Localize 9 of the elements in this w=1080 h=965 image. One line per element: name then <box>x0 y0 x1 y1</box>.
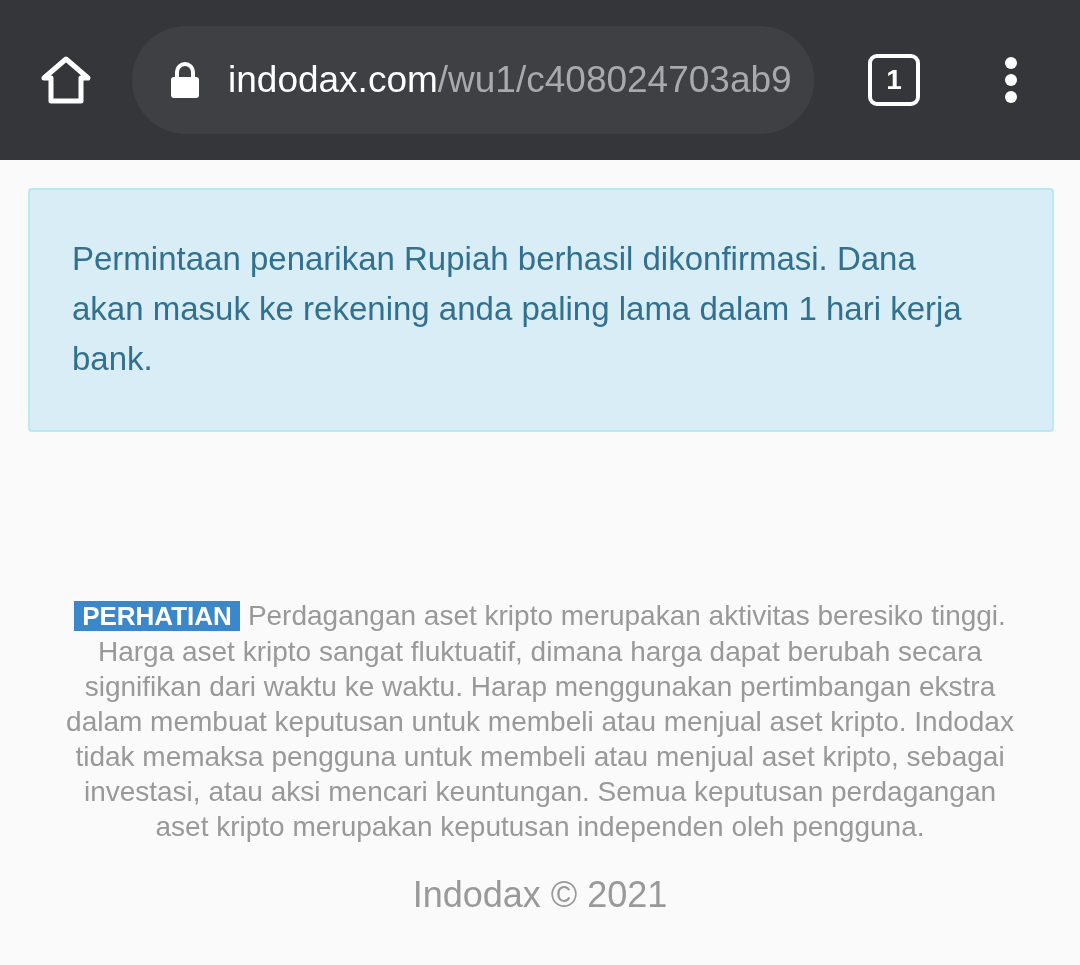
warning-label: PERHATIAN <box>74 601 240 631</box>
tab-count[interactable]: 1 <box>868 54 920 106</box>
url-text: indodax.com/wu1/c408024703ab9 <box>228 59 792 101</box>
home-icon[interactable] <box>40 55 92 105</box>
copyright-text: Indodax © 2021 <box>412 874 668 915</box>
disclaimer-text: PERHATIAN Perdagangan aset kripto merupakan aktivitas beresiko tinggi. Harga aset kripto sangat fluktuatif, dimana harga dapat berubah secara signifikan dari waktu ke waktu. Harap menggunakan pertimbangan ekstra dalam membuat keputusan untuk membeli atau menjual aset kripto. Indodax tidak memaksa pengguna untuk membeli atau menjual aset kripto, sebagai investasi, atau aksi mencari keuntungan. Semua keputusan perdagangan aset kripto merupakan keputusan independen oleh pengguna. <box>65 599 1015 844</box>
address-bar[interactable]: indodax.com/wu1/c408024703ab9 <box>132 26 814 134</box>
menu-icon[interactable] <box>1004 57 1018 103</box>
success-alert: Permintaan penarikan Rupiah berhasil dikonfirmasi. Dana akan masuk ke rekening anda paling lama dalam 1 hari kerja bank. <box>28 188 1054 432</box>
